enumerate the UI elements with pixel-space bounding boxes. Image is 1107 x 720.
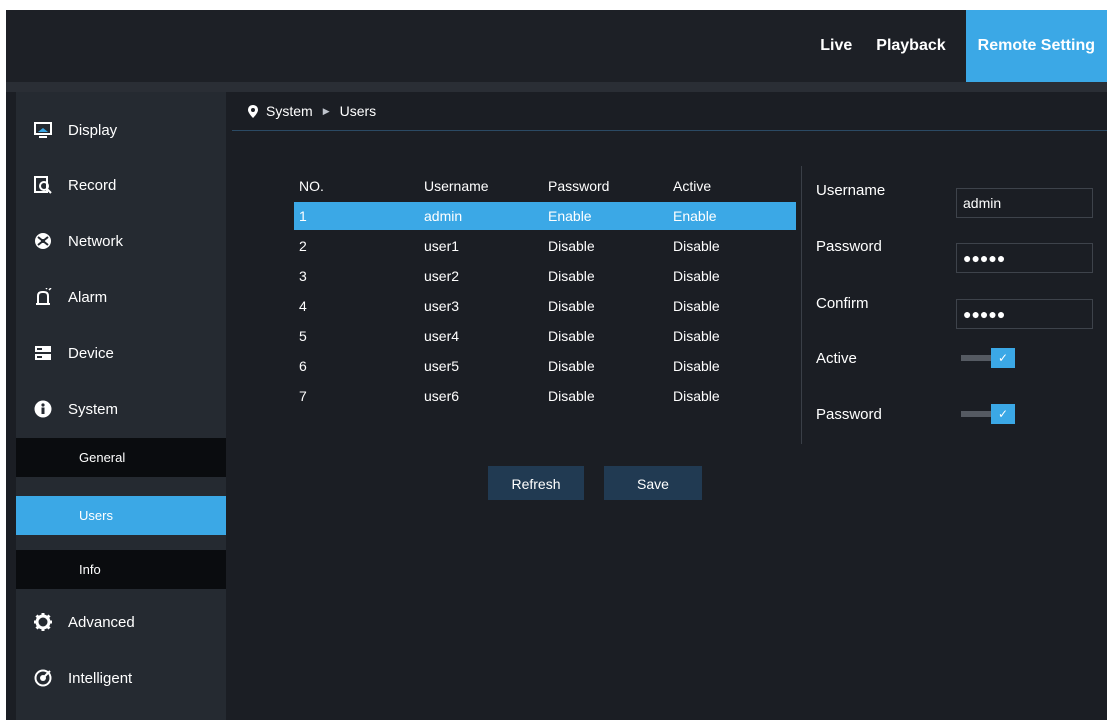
app-window: Live Playback Remote Setting Display Rec… [6, 10, 1107, 720]
sidebar-item-device[interactable]: Device [16, 325, 226, 381]
sidebar: Display Record Network Alarm Device Syst… [16, 92, 226, 720]
nav-playback[interactable]: Playback [864, 10, 957, 82]
cell-username: user3 [424, 298, 460, 314]
sidebar-subitem-label: General [79, 450, 126, 465]
column-header: Active [673, 178, 712, 194]
cell-password: Disable [548, 268, 595, 284]
sidebar-subitem-users[interactable]: Users [16, 496, 226, 535]
sidebar-item-display[interactable]: Display [16, 102, 226, 158]
breadcrumb-separator-icon: ▶ [322, 105, 330, 116]
cell-no: 5 [299, 328, 307, 344]
breadcrumb-section[interactable]: System [266, 103, 313, 119]
cell-active: Disable [673, 268, 720, 284]
sidebar-item-alarm[interactable]: Alarm [16, 269, 226, 325]
sidebar-item-label: System [68, 400, 119, 418]
cell-active: Disable [673, 358, 720, 374]
password-enable-label: Password [816, 406, 882, 423]
nav-live[interactable]: Live [808, 10, 864, 82]
active-toggle[interactable]: ✓ [961, 347, 1021, 369]
table-row[interactable]: 2 user1 Disable Disable [294, 232, 796, 260]
cell-active: Disable [673, 388, 720, 404]
cell-no: 2 [299, 238, 307, 254]
table-row[interactable]: 6 user5 Disable Disable [294, 352, 796, 380]
cell-password: Disable [548, 328, 595, 344]
cell-username: user1 [424, 238, 460, 254]
top-bar: Live Playback Remote Setting [6, 10, 1107, 82]
info-icon [34, 400, 52, 418]
location-pin-icon [248, 104, 258, 118]
cell-no: 4 [299, 298, 307, 314]
save-button[interactable]: Save [604, 466, 702, 500]
breadcrumb-page: Users [339, 103, 377, 119]
sidebar-item-label: Intelligent [68, 669, 133, 687]
sidebar-item-label: Network [68, 232, 124, 250]
device-icon [34, 344, 52, 362]
checkmark-icon: ✓ [991, 348, 1015, 368]
cell-password: Disable [548, 358, 595, 374]
table-row[interactable]: 7 user6 Disable Disable [294, 382, 796, 410]
cell-no: 3 [299, 268, 307, 284]
cell-username: admin [424, 208, 463, 224]
sidebar-item-record[interactable]: Record [16, 157, 226, 213]
confirm-password-field[interactable] [956, 299, 1093, 329]
sidebar-item-label: Advanced [68, 613, 135, 631]
nav-remote-setting[interactable]: Remote Setting [965, 10, 1107, 82]
cell-username: user6 [424, 388, 460, 404]
table-row[interactable]: 4 user3 Disable Disable [294, 292, 796, 320]
column-header: Password [548, 178, 610, 194]
network-icon [34, 232, 52, 250]
cell-password: Enable [548, 208, 592, 224]
sidebar-item-network[interactable]: Network [16, 213, 226, 269]
password-label: Password [816, 238, 882, 255]
confirm-label: Confirm [816, 295, 869, 312]
sidebar-item-intelligent[interactable]: Intelligent [16, 650, 226, 706]
password-enable-toggle[interactable]: ✓ [961, 403, 1021, 425]
table-row[interactable]: 3 user2 Disable Disable [294, 262, 796, 290]
top-nav: Live Playback Remote Setting [808, 10, 1107, 82]
sidebar-item-advanced[interactable]: Advanced [16, 594, 226, 650]
record-icon [34, 176, 52, 194]
table-header: NO. Username Password Active [294, 172, 796, 200]
checkmark-icon: ✓ [991, 404, 1015, 424]
cell-no: 1 [299, 208, 307, 224]
active-label: Active [816, 350, 857, 367]
cell-no: 6 [299, 358, 307, 374]
password-field[interactable] [956, 243, 1093, 273]
column-header: NO. [299, 178, 324, 194]
cell-active: Disable [673, 328, 720, 344]
panel-divider [801, 166, 802, 444]
sidebar-item-label: Device [68, 344, 114, 362]
breadcrumb: System ▶ Users [232, 92, 1107, 131]
username-label: Username [816, 182, 886, 199]
table-row[interactable]: 5 user4 Disable Disable [294, 322, 796, 350]
sidebar-subitem-label: Info [79, 562, 101, 577]
sidebar-subitem-general[interactable]: General [16, 438, 226, 477]
sidebar-subitem-info[interactable]: Info [16, 550, 226, 589]
cell-username: user4 [424, 328, 460, 344]
sidebar-item-label: Display [68, 121, 118, 139]
gear-icon [34, 613, 52, 631]
cell-password: Disable [548, 388, 595, 404]
main-panel: System ▶ Users NO. Username Password Act… [232, 92, 1107, 720]
cell-active: Disable [673, 298, 720, 314]
sidebar-item-label: Alarm [68, 288, 108, 306]
sidebar-subitem-label: Users [79, 508, 113, 523]
intelligent-icon [34, 669, 52, 687]
cell-password: Disable [548, 238, 595, 254]
alarm-icon [34, 288, 52, 306]
cell-username: user5 [424, 358, 460, 374]
column-header: Username [424, 178, 489, 194]
cell-password: Disable [548, 298, 595, 314]
cell-active: Enable [673, 208, 717, 224]
display-icon [34, 121, 52, 139]
username-field[interactable] [956, 188, 1093, 218]
sidebar-item-system[interactable]: System [16, 381, 226, 437]
cell-no: 7 [299, 388, 307, 404]
sidebar-item-label: Record [68, 176, 117, 194]
cell-active: Disable [673, 238, 720, 254]
table-row[interactable]: 1 admin Enable Enable [294, 202, 796, 230]
refresh-button[interactable]: Refresh [488, 466, 584, 500]
top-divider [6, 82, 1107, 92]
cell-username: user2 [424, 268, 460, 284]
